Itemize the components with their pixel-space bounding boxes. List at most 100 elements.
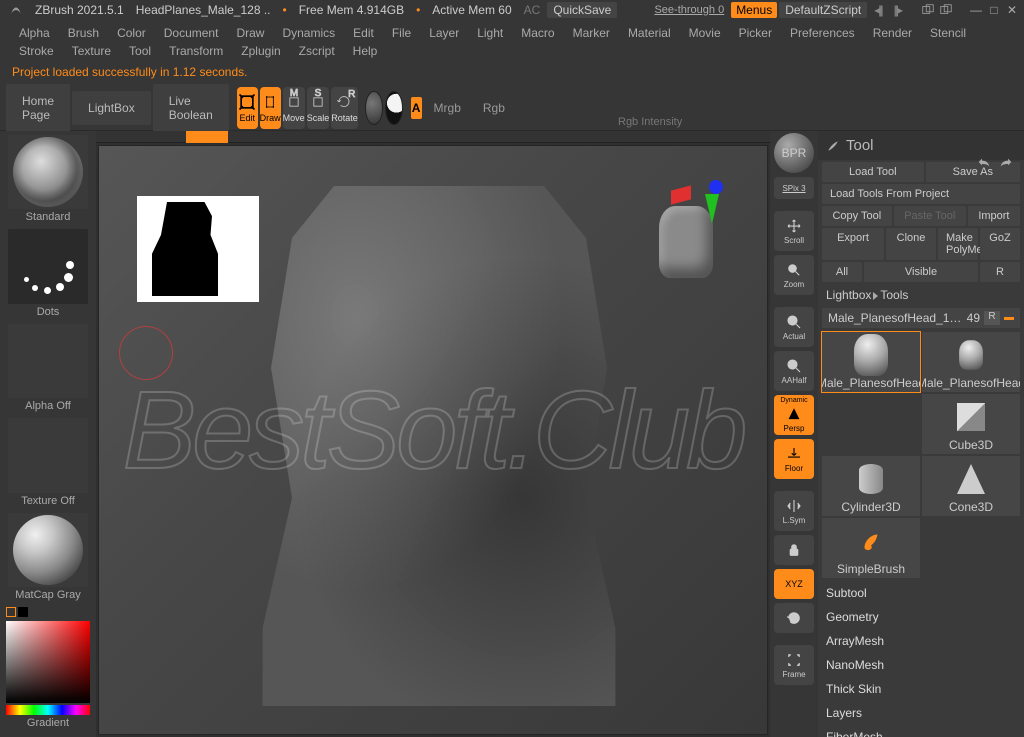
menu-document[interactable]: Document [155, 24, 228, 42]
default-script[interactable]: DefaultZScript [779, 2, 867, 18]
goz-visible-button[interactable]: Visible [864, 262, 978, 282]
a-toggle[interactable]: A [411, 97, 422, 119]
section-subtool[interactable]: Subtool [826, 584, 1016, 602]
layout-prev-icon[interactable]: ◂||| [869, 2, 886, 18]
current-tool-slot[interactable]: Male_PlanesofHead_128. 49 R [822, 308, 1020, 328]
menus-toggle[interactable]: Menus [731, 2, 777, 18]
load-tool-button[interactable]: Load Tool [822, 162, 924, 182]
lsym-button[interactable]: L.Sym [774, 491, 814, 531]
paste-tool-button[interactable]: Paste Tool [894, 206, 966, 226]
window-dup2-icon[interactable] [938, 3, 954, 17]
hue-slider[interactable] [6, 705, 90, 715]
reference-thumbnail[interactable] [137, 196, 259, 302]
menu-marker[interactable]: Marker [564, 24, 619, 42]
menu-texture[interactable]: Texture [63, 42, 120, 60]
clone-button[interactable]: Clone [886, 228, 936, 260]
color-swatch-b[interactable] [18, 607, 28, 617]
move-mode-button[interactable]: MMove [283, 87, 305, 129]
menu-draw[interactable]: Draw [227, 24, 273, 42]
layout-next-icon[interactable]: |||▸ [889, 2, 906, 18]
aahalf-button[interactable]: AAHalf [774, 351, 814, 391]
color-swatch-a[interactable] [6, 607, 16, 617]
copy-tool-button[interactable]: Copy Tool [822, 206, 892, 226]
menu-brush[interactable]: Brush [59, 24, 108, 42]
menu-macro[interactable]: Macro [512, 24, 563, 42]
xyz-button[interactable]: XYZ [774, 569, 814, 599]
redo-icon[interactable] [998, 156, 1014, 172]
menu-tool[interactable]: Tool [120, 42, 160, 60]
tool-item-head-b[interactable]: Male_PlanesofHead [922, 332, 1020, 392]
goz-r-button[interactable]: R [980, 262, 1020, 282]
spix-slider[interactable]: SPix 3 [774, 177, 814, 199]
menu-zscript[interactable]: Zscript [290, 42, 344, 60]
edit-mode-button[interactable]: Edit [237, 87, 258, 129]
rgb-button[interactable]: Rgb [473, 99, 515, 117]
axis-gizmo[interactable] [671, 176, 723, 228]
section-thickskin[interactable]: Thick Skin [826, 680, 1016, 698]
menu-transform[interactable]: Transform [160, 42, 232, 60]
actual-button[interactable]: Actual [774, 307, 814, 347]
export-button[interactable]: Export [822, 228, 884, 260]
menu-alpha[interactable]: Alpha [10, 24, 59, 42]
see-through-slider[interactable]: See-through 0 [649, 3, 729, 17]
section-fibermesh[interactable]: FiberMesh [826, 728, 1016, 737]
home-page-button[interactable]: Home Page [6, 84, 70, 132]
stroke-preview[interactable] [8, 229, 88, 303]
maximize-button[interactable]: □ [986, 3, 1002, 17]
close-button[interactable]: ✕ [1004, 3, 1020, 17]
mrgb-button[interactable]: Mrgb [424, 99, 471, 117]
tool-item-simplebrush[interactable]: SimpleBrush [822, 518, 920, 578]
lightbox-button[interactable]: LightBox [72, 91, 151, 125]
menu-dynamics[interactable]: Dynamics [273, 24, 344, 42]
tool-item-cone[interactable]: Cone3D [922, 456, 1020, 516]
menu-stroke[interactable]: Stroke [10, 42, 63, 60]
timeline-ruler[interactable] [96, 131, 770, 143]
make-polymesh-button[interactable]: Make PolyMesh3D [938, 228, 978, 260]
section-geometry[interactable]: Geometry [826, 608, 1016, 626]
window-dup1-icon[interactable] [920, 3, 936, 17]
floor-button[interactable]: Floor [774, 439, 814, 479]
zoom-button[interactable]: Zoom [774, 255, 814, 295]
menu-edit[interactable]: Edit [344, 24, 383, 42]
frame-button[interactable]: Frame [774, 645, 814, 685]
tool-item-cube[interactable]: Cube3D [922, 394, 1020, 454]
menu-movie[interactable]: Movie [680, 24, 730, 42]
menu-stencil[interactable]: Stencil [921, 24, 975, 42]
sculpt-indicator-icon[interactable] [365, 91, 383, 125]
material-preview[interactable] [8, 513, 88, 587]
goz-all-button[interactable]: All [822, 262, 862, 282]
draw-mode-button[interactable]: Draw [260, 87, 281, 129]
menu-picker[interactable]: Picker [730, 24, 781, 42]
menu-zplugin[interactable]: Zplugin [232, 42, 289, 60]
rgb-intensity-label[interactable]: Rgb Intensity [618, 116, 682, 128]
lock-button[interactable] [774, 535, 814, 565]
menu-layer[interactable]: Layer [420, 24, 468, 42]
scale-mode-button[interactable]: SScale [307, 87, 330, 129]
alpha-preview[interactable] [8, 324, 88, 398]
load-from-project-button[interactable]: Load Tools From Project [822, 184, 1020, 204]
viewport[interactable]: BestSoft.Club [96, 131, 770, 737]
persp-button[interactable]: DynamicPersp [774, 395, 814, 435]
scroll-button[interactable]: Scroll [774, 211, 814, 251]
menu-material[interactable]: Material [619, 24, 680, 42]
menu-preferences[interactable]: Preferences [781, 24, 864, 42]
quicksave-button[interactable]: QuickSave [547, 2, 617, 18]
import-button[interactable]: Import [968, 206, 1020, 226]
live-boolean-button[interactable]: Live Boolean [153, 84, 229, 132]
rotate-mode-button[interactable]: RRotate [331, 87, 358, 129]
section-nanomesh[interactable]: NanoMesh [826, 656, 1016, 674]
minimize-button[interactable]: — [968, 3, 984, 17]
menu-help[interactable]: Help [344, 42, 387, 60]
tool-item-cylinder[interactable]: Cylinder3D [822, 456, 920, 516]
goz-button[interactable]: GoZ [980, 228, 1020, 260]
section-arraymesh[interactable]: ArrayMesh [826, 632, 1016, 650]
menu-color[interactable]: Color [108, 24, 155, 42]
texture-preview[interactable] [8, 418, 88, 492]
menu-light[interactable]: Light [468, 24, 512, 42]
rotate-view-button[interactable] [774, 603, 814, 633]
menu-file[interactable]: File [383, 24, 420, 42]
brush-preview[interactable] [8, 135, 88, 209]
paint-indicator-icon[interactable] [385, 91, 403, 125]
bpr-button[interactable]: BPR [774, 133, 814, 173]
color-picker[interactable] [6, 621, 90, 703]
